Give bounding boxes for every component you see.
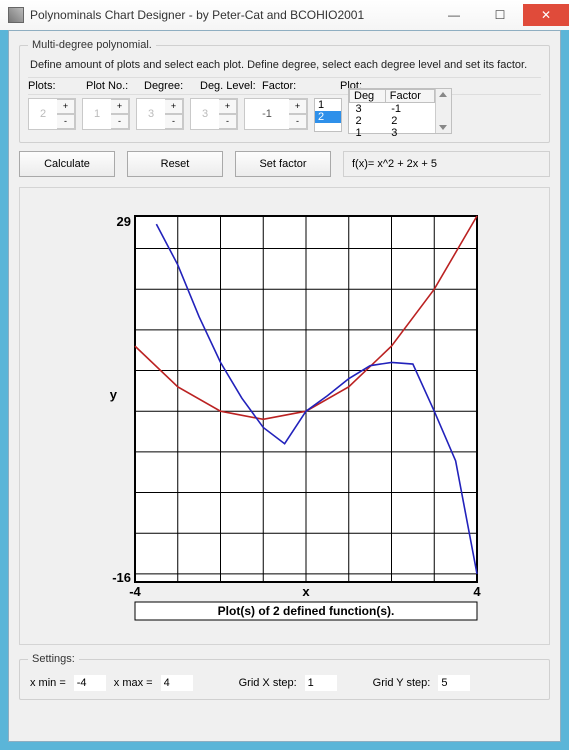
app-icon <box>8 7 24 23</box>
settings-group: Settings: x min = x max = Grid X step: G… <box>19 653 550 700</box>
polynomial-description: Define amount of plots and select each p… <box>30 59 541 71</box>
deglevel-up[interactable]: + <box>219 99 237 114</box>
header-factor: Factor: <box>262 80 332 92</box>
plotno-down[interactable]: - <box>111 114 129 129</box>
settings-legend: Settings: <box>28 653 79 665</box>
svg-text:Plot(s) of 2 defined function(: Plot(s) of 2 defined function(s). <box>217 604 394 618</box>
plots-spinner[interactable]: + - <box>28 98 76 130</box>
input-xmax[interactable] <box>161 675 193 691</box>
calculate-button[interactable]: Calculate <box>19 151 115 177</box>
plot-list-item[interactable]: 2 <box>315 111 341 123</box>
factor-up[interactable]: + <box>289 99 307 114</box>
function-display: f(x)= x^2 + 2x + 5 <box>343 151 550 177</box>
maximize-button[interactable]: ☐ <box>477 4 523 26</box>
input-gridx[interactable] <box>305 675 337 691</box>
client-area: Multi-degree polynomial. Define amount o… <box>8 30 561 742</box>
degree-factor-table[interactable]: Deg Factor 3 -1 2 2 1 3 <box>348 88 452 134</box>
title-bar: Polynominals Chart Designer - by Peter-C… <box>0 0 569 30</box>
plotno-input[interactable] <box>83 99 111 129</box>
plots-up[interactable]: + <box>57 99 75 114</box>
plotno-spinner[interactable]: + - <box>82 98 130 130</box>
header-plots: Plots: <box>28 80 86 92</box>
chart-container: 29 -16 y -4 4 x Plot(s) of 2 defined function(… <box>19 187 550 645</box>
degtable-col-factor[interactable]: Factor <box>385 90 434 103</box>
table-row[interactable]: 3 -1 <box>350 103 435 116</box>
svg-text:-4: -4 <box>129 584 141 599</box>
table-row[interactable]: 1 3 <box>350 127 435 139</box>
plots-input[interactable] <box>29 99 57 129</box>
label-xmin: x min = <box>30 677 66 689</box>
factor-spinner[interactable]: + - <box>244 98 308 130</box>
deglevel-spinner[interactable]: + - <box>190 98 238 130</box>
plotno-up[interactable]: + <box>111 99 129 114</box>
label-gridx: Grid X step: <box>239 677 297 689</box>
polynomial-chart: 29 -16 y -4 4 x Plot(s) of 2 defined function(… <box>75 198 495 638</box>
input-xmin[interactable] <box>74 675 106 691</box>
svg-text:4: 4 <box>473 584 481 599</box>
factor-down[interactable]: - <box>289 114 307 129</box>
header-degree: Degree: <box>144 80 200 92</box>
polynomial-group-legend: Multi-degree polynomial. <box>28 39 156 51</box>
factor-input[interactable] <box>245 99 289 129</box>
degree-up[interactable]: + <box>165 99 183 114</box>
degree-spinner[interactable]: + - <box>136 98 184 130</box>
reset-button[interactable]: Reset <box>127 151 223 177</box>
column-headers: Plots: Plot No.: Degree: Deg. Level: Fac… <box>28 77 541 95</box>
header-deglevel: Deg. Level: <box>200 80 262 92</box>
header-plotno: Plot No.: <box>86 80 144 92</box>
close-button[interactable]: ✕ <box>523 4 569 26</box>
degree-input[interactable] <box>137 99 165 129</box>
label-xmax: x max = <box>114 677 153 689</box>
polynomial-group: Multi-degree polynomial. Define amount o… <box>19 39 550 143</box>
controls-row: + - + - + - + <box>28 98 541 134</box>
set-factor-button[interactable]: Set factor <box>235 151 331 177</box>
plots-down[interactable]: - <box>57 114 75 129</box>
svg-text:-16: -16 <box>112 570 131 585</box>
minimize-button[interactable]: — <box>431 4 477 26</box>
deglevel-input[interactable] <box>191 99 219 129</box>
degree-down[interactable]: - <box>165 114 183 129</box>
input-gridy[interactable] <box>438 675 470 691</box>
deglevel-down[interactable]: - <box>219 114 237 129</box>
button-row: Calculate Reset Set factor f(x)= x^2 + 2… <box>19 151 550 177</box>
window-title: Polynominals Chart Designer - by Peter-C… <box>30 8 431 22</box>
svg-text:x: x <box>302 584 310 599</box>
plot-list[interactable]: 1 2 <box>314 98 342 132</box>
label-gridy: Grid Y step: <box>373 677 431 689</box>
degtable-scrollbar[interactable] <box>435 89 451 133</box>
svg-text:29: 29 <box>116 214 130 229</box>
table-row[interactable]: 2 2 <box>350 115 435 127</box>
degtable-col-deg[interactable]: Deg <box>350 90 386 103</box>
plot-list-item[interactable]: 1 <box>315 99 341 111</box>
svg-text:y: y <box>109 387 117 402</box>
